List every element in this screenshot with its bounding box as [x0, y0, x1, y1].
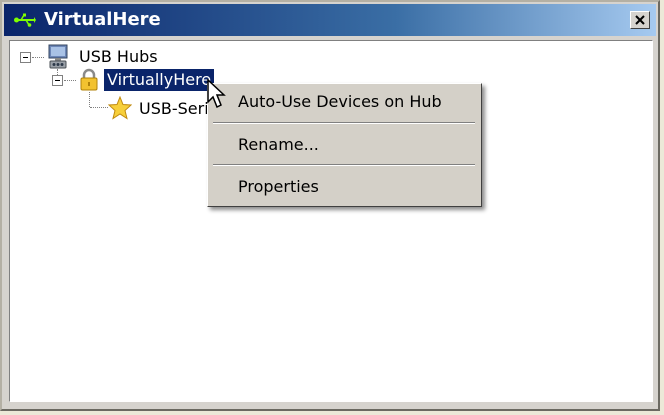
hub-collapse-toggle[interactable]: [52, 75, 63, 86]
title-bar[interactable]: VirtualHere: [4, 4, 656, 36]
usb-icon: [14, 13, 36, 27]
close-button[interactable]: [630, 11, 650, 29]
menu-item-rename[interactable]: Rename...: [211, 130, 477, 160]
menu-item-properties[interactable]: Properties: [211, 172, 477, 202]
menu-separator: [213, 122, 475, 124]
window-title: VirtualHere: [44, 9, 161, 30]
context-menu: Auto-Use Devices on Hub Rename... Proper…: [207, 83, 482, 207]
close-icon: [635, 15, 645, 25]
computer-hub-icon: [48, 44, 68, 69]
root-collapse-toggle[interactable]: [20, 52, 31, 63]
tree-item-usb-serial[interactable]: USB-Seri: [136, 98, 212, 120]
lock-icon: [80, 68, 98, 91]
tree-item-virtuallyhere[interactable]: VirtuallyHere: [104, 69, 215, 91]
menu-separator: [213, 164, 475, 166]
menu-item-auto-use-devices[interactable]: Auto-Use Devices on Hub: [211, 87, 477, 117]
tree-item-usb-hubs[interactable]: USB Hubs: [76, 46, 161, 68]
star-icon: [108, 96, 132, 120]
tree-connector: [64, 80, 76, 82]
mouse-pointer-icon: [207, 79, 226, 109]
tree-connector: [89, 92, 91, 107]
tree-connector: [32, 57, 44, 59]
tree-connector: [90, 107, 108, 109]
